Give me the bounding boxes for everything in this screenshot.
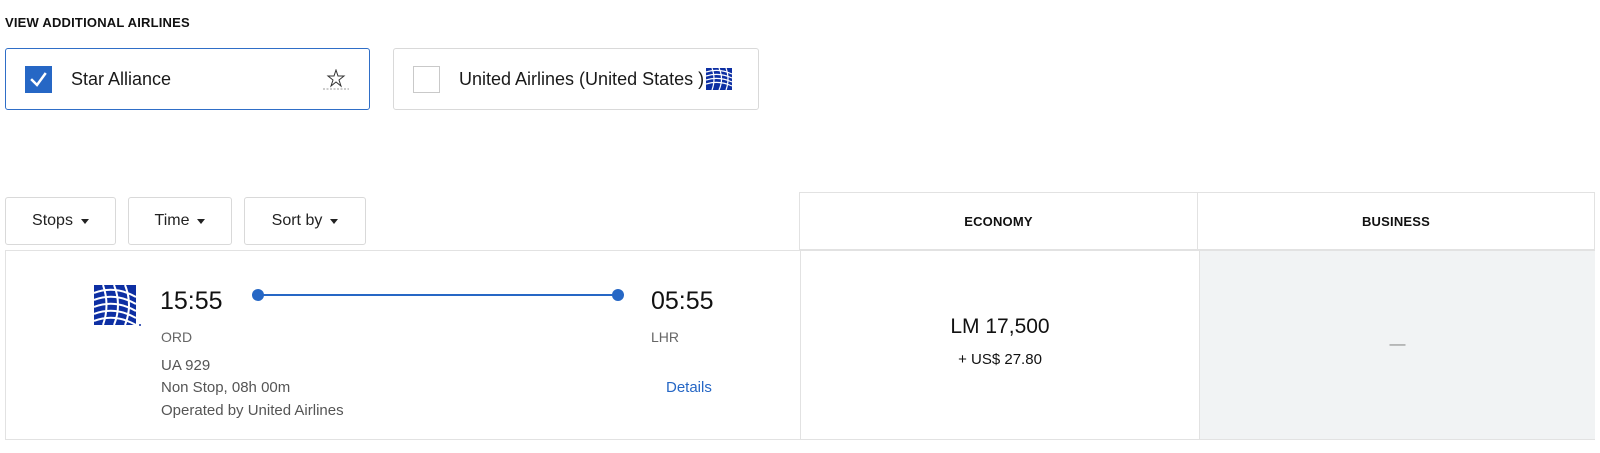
caret-down-icon bbox=[197, 218, 206, 224]
economy-fee: + US$ 27.80 bbox=[958, 351, 1042, 368]
stops-duration: Non Stop, 08h 00m bbox=[161, 379, 291, 396]
united-airlines-checkbox[interactable] bbox=[413, 65, 440, 93]
sort-by-label: Sort by bbox=[271, 212, 323, 229]
time-filter-button[interactable]: Time bbox=[128, 197, 232, 245]
star-alliance-checkbox[interactable] bbox=[25, 65, 52, 93]
economy-fare-cell[interactable]: LM 17,500 + US$ 27.80 bbox=[800, 251, 1199, 439]
star-alliance-label: Star Alliance bbox=[71, 68, 172, 89]
caret-down-icon bbox=[330, 218, 339, 224]
departure-airport: ORD bbox=[161, 329, 193, 345]
operated-by: Operated by United Airlines bbox=[161, 402, 344, 419]
business-unavailable: — bbox=[1389, 336, 1406, 353]
time-filter-label: Time bbox=[154, 212, 190, 229]
section-title: VIEW ADDITIONAL AIRLINES bbox=[5, 15, 190, 30]
business-column-header: BUSINESS bbox=[1197, 192, 1595, 250]
united-airlines-logo bbox=[94, 285, 141, 326]
flight-number: UA 929 bbox=[161, 357, 211, 374]
route-end-dot bbox=[612, 289, 624, 301]
route-line bbox=[252, 289, 624, 301]
flight-info: 15:55 ORD 05:55 LHR UA 929 Non Stop, 08h… bbox=[6, 251, 800, 439]
checkmark-icon bbox=[30, 71, 47, 87]
stops-filter-label: Stops bbox=[32, 212, 73, 229]
route-line-track bbox=[258, 294, 618, 296]
economy-miles-price: LM 17,500 bbox=[950, 315, 1050, 338]
arrival-airport: LHR bbox=[651, 329, 680, 345]
united-airlines-logo bbox=[706, 68, 733, 90]
united-airlines-label: United Airlines (United States ) bbox=[459, 68, 705, 89]
business-fare-cell: — bbox=[1199, 251, 1595, 439]
arrival-time: 05:55 bbox=[651, 287, 714, 315]
stops-filter-button[interactable]: Stops bbox=[5, 197, 116, 245]
airline-option-united-airlines[interactable]: United Airlines (United States ) bbox=[393, 48, 759, 110]
caret-down-icon bbox=[80, 218, 89, 224]
flight-row: 15:55 ORD 05:55 LHR UA 929 Non Stop, 08h… bbox=[5, 250, 1595, 440]
airline-option-star-alliance[interactable]: Star Alliance bbox=[5, 48, 370, 110]
route-start-dot bbox=[252, 289, 264, 301]
economy-column-header: ECONOMY bbox=[799, 192, 1198, 250]
details-link[interactable]: Details bbox=[666, 379, 712, 396]
departure-time: 15:55 bbox=[160, 287, 223, 315]
star-alliance-logo bbox=[323, 69, 349, 90]
sort-by-button[interactable]: Sort by bbox=[244, 197, 366, 245]
